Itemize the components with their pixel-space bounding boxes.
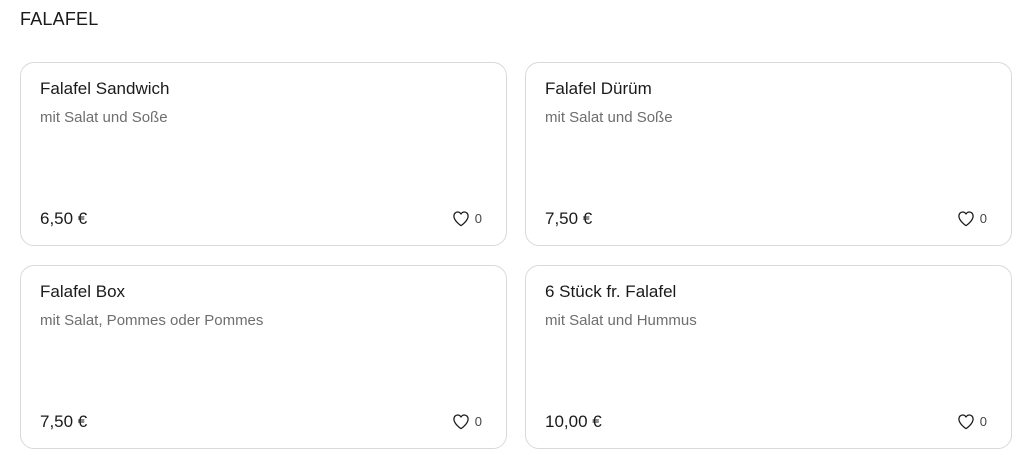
item-price: 10,00 € — [545, 412, 602, 431]
favorite-count: 0 — [474, 211, 482, 226]
heart-outline-icon[interactable] — [452, 210, 470, 227]
favorite-count: 0 — [979, 211, 987, 226]
menu-item-card[interactable]: Falafel Box mit Salat, Pommes oder Pomme… — [20, 265, 507, 449]
item-price: 7,50 € — [545, 209, 593, 228]
item-description: mit Salat, Pommes oder Pommes — [40, 312, 264, 329]
item-name: Falafel Dürüm — [545, 79, 652, 98]
item-name: 6 Stück fr. Falafel — [545, 282, 677, 301]
item-price: 7,50 € — [40, 412, 88, 431]
favorite-count: 0 — [474, 414, 482, 429]
item-description: mit Salat und Hummus — [545, 312, 697, 329]
item-price: 6,50 € — [40, 209, 88, 228]
section-title: FALAFEL — [20, 9, 99, 29]
heart-outline-icon[interactable] — [957, 413, 975, 430]
heart-outline-icon[interactable] — [452, 413, 470, 430]
favorite-button[interactable]: 0 — [452, 210, 482, 227]
item-name: Falafel Sandwich — [40, 79, 170, 98]
item-description: mit Salat und Soße — [545, 109, 673, 126]
favorite-count: 0 — [979, 414, 987, 429]
menu-item-card[interactable]: Falafel Dürüm mit Salat und Soße 7,50 € … — [525, 62, 1012, 246]
item-name: Falafel Box — [40, 282, 126, 301]
menu-item-card[interactable]: Falafel Sandwich mit Salat und Soße 6,50… — [20, 62, 507, 246]
menu-item-card[interactable]: 6 Stück fr. Falafel mit Salat und Hummus… — [525, 265, 1012, 449]
heart-outline-icon[interactable] — [957, 210, 975, 227]
favorite-button[interactable]: 0 — [957, 210, 987, 227]
favorite-button[interactable]: 0 — [957, 413, 987, 430]
menu-grid: Falafel Sandwich mit Salat und Soße 6,50… — [20, 62, 1012, 449]
favorite-button[interactable]: 0 — [452, 413, 482, 430]
item-description: mit Salat und Soße — [40, 109, 168, 126]
